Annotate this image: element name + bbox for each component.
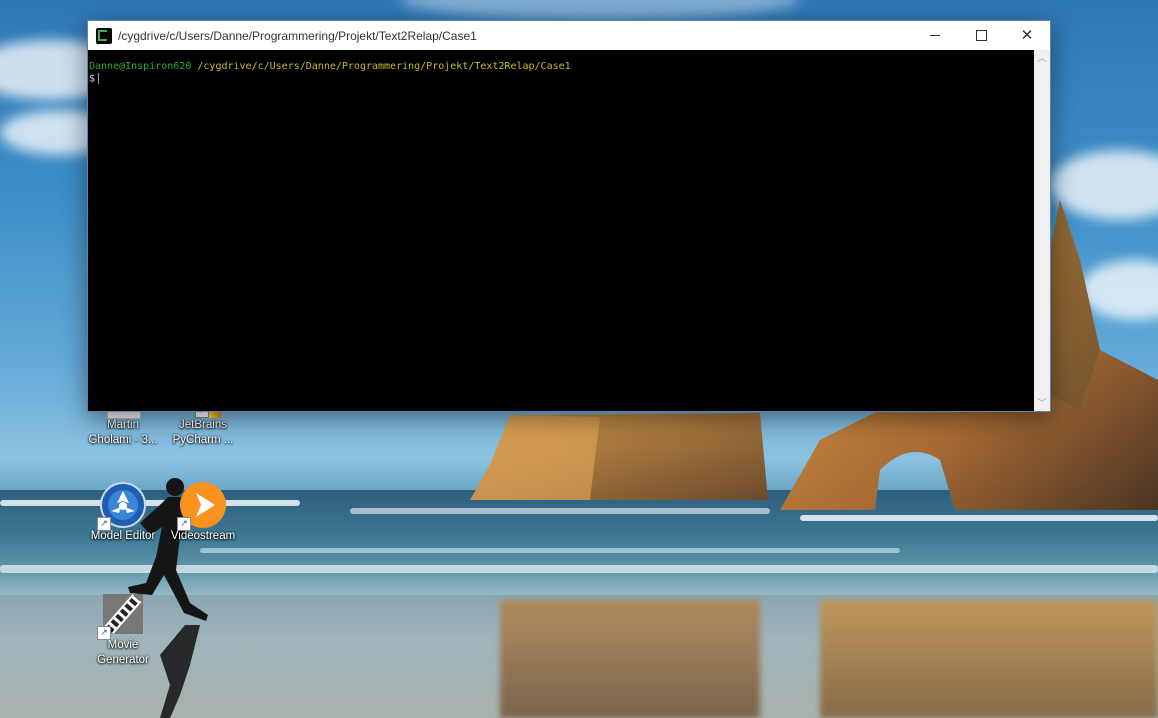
wave-foam xyxy=(350,508,770,514)
videostream-icon: ↗ xyxy=(177,481,227,531)
desktop-icon-label: Model Editor xyxy=(90,530,156,542)
cloud xyxy=(400,0,800,20)
desktop-icon-model-editor[interactable]: ↗ Model Editor xyxy=(84,481,162,544)
shortcut-arrow-icon: ↗ xyxy=(97,517,111,531)
cygwin-terminal-icon[interactable] xyxy=(96,27,112,44)
shortcut-arrow-icon: ↗ xyxy=(97,626,111,640)
desktop-icon-label: Generator xyxy=(97,654,149,666)
minimize-button[interactable] xyxy=(912,21,958,50)
text-cursor xyxy=(98,73,100,84)
close-button[interactable]: ✕ xyxy=(1004,21,1050,50)
title-bar[interactable]: /cygdrive/c/Users/Danne/Programmering/Pr… xyxy=(88,21,1050,50)
scroll-down-icon[interactable]: ﹀ xyxy=(1034,395,1050,411)
desktop-icon-label: Videostream xyxy=(170,530,236,542)
terminal-output[interactable]: Danne@Inspiron620 /cygdrive/c/Users/Dann… xyxy=(88,50,1034,411)
desktop-icon-label: Movie xyxy=(107,639,139,651)
scroll-up-icon[interactable]: ︿ xyxy=(1034,50,1050,66)
vertical-scrollbar[interactable]: ︿ ﹀ xyxy=(1034,50,1050,411)
terminal-window[interactable]: /cygdrive/c/Users/Danne/Programmering/Pr… xyxy=(87,20,1051,412)
desktop-icon-label: Martin xyxy=(107,419,139,431)
desktop-icon-videostream[interactable]: ↗ Videostream xyxy=(164,481,242,544)
desktop-icon-movie-generator[interactable]: ↗ Movie Generator xyxy=(84,590,162,668)
movie-generator-icon: ↗ xyxy=(97,590,147,640)
maximize-button[interactable] xyxy=(958,21,1004,50)
prompt-user: Danne@Inspiron620 xyxy=(89,61,192,72)
minimize-icon xyxy=(930,35,940,36)
rock-reflection xyxy=(500,600,760,718)
wave-foam xyxy=(800,515,1158,521)
shortcut-arrow-icon: ↗ xyxy=(177,517,191,531)
model-editor-icon: ↗ xyxy=(97,481,147,531)
desktop-icon-label: Gholami - 3... xyxy=(88,434,158,446)
window-title: /cygdrive/c/Users/Danne/Programmering/Pr… xyxy=(118,28,477,43)
rock-reflection xyxy=(820,600,1158,718)
wave-foam xyxy=(200,548,900,553)
close-icon: ✕ xyxy=(1020,27,1034,44)
window-controls: ✕ xyxy=(912,21,1050,50)
maximize-icon xyxy=(975,30,987,41)
desktop-icon-label: PyCharm ... xyxy=(172,434,234,446)
prompt-symbol: $ xyxy=(89,73,96,85)
rock-arch-left xyxy=(470,413,768,500)
prompt-path: /cygdrive/c/Users/Danne/Programmering/Pr… xyxy=(197,61,571,72)
desktop-icon-label: JetBrains xyxy=(179,419,227,431)
